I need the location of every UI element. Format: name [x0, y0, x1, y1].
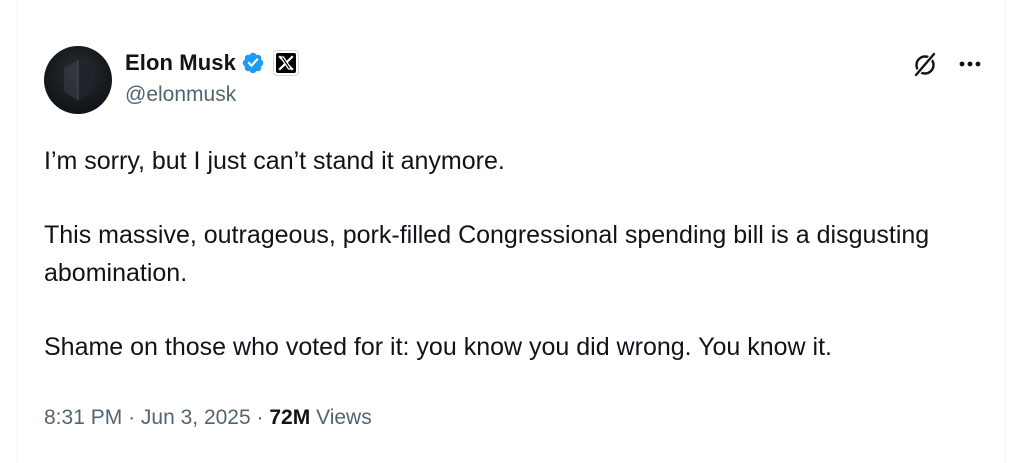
tweet-card: Elon Musk @elonmusk I’m sorry, but I jus… [17, 0, 1006, 463]
tweet-time[interactable]: 8:31 PM [44, 406, 122, 429]
user-handle[interactable]: @elonmusk [125, 83, 299, 107]
tweet-paragraph: This massive, outrageous, pork-filled Co… [44, 221, 930, 287]
verified-badge-icon[interactable] [241, 51, 265, 75]
meta-separator: · [128, 406, 136, 429]
more-options-icon[interactable] [956, 52, 984, 76]
views-count[interactable]: 72M [269, 406, 310, 429]
meta-separator: · [256, 406, 264, 429]
avatar[interactable] [44, 46, 112, 114]
name-row: Elon Musk [125, 48, 299, 78]
views-label: Views [316, 406, 372, 429]
tweet-date[interactable]: Jun 3, 2025 [141, 406, 251, 429]
display-name[interactable]: Elon Musk [125, 50, 236, 76]
tweet-paragraph: Shame on those who voted for it: you kno… [44, 333, 832, 361]
tweet-text: I’m sorry, but I just can’t stand it any… [44, 142, 984, 366]
tweet-paragraph: I’m sorry, but I just can’t stand it any… [44, 147, 505, 175]
grok-icon[interactable] [911, 50, 939, 78]
tweet-meta: 8:31 PM · Jun 3, 2025 · 72M Views [44, 406, 372, 430]
x-logo-icon[interactable] [272, 50, 299, 76]
author-header: Elon Musk @elonmusk [125, 48, 299, 107]
